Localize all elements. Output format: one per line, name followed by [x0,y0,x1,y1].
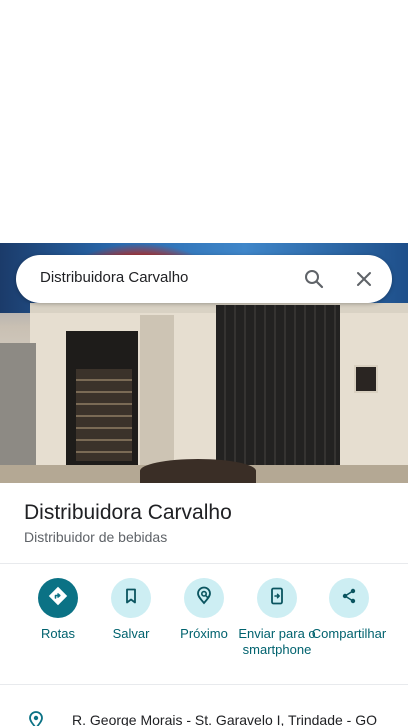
send-to-phone-label: Enviar para o smartphone [238,626,316,657]
search-query[interactable]: Distribuidora Carvalho [40,269,188,286]
nearby-icon [194,586,214,611]
bookmark-icon [121,586,141,611]
save-button[interactable]: Salvar [91,578,171,642]
share-icon [339,586,359,611]
divider [0,563,408,564]
place-title: Distribuidora Carvalho [24,501,232,524]
divider [0,684,408,685]
close-icon[interactable] [352,267,376,291]
nearby-button[interactable]: Próximo [164,578,244,642]
send-to-phone-button[interactable]: Enviar para o smartphone [237,578,317,658]
send-to-phone-icon [267,586,287,611]
save-label: Salvar [112,626,150,641]
directions-label: Rotas [41,626,75,641]
directions-button[interactable]: Rotas [18,578,98,642]
share-button[interactable]: Compartilhar [309,578,389,642]
share-label: Compartilhar [311,626,387,641]
search-bar[interactable]: Distribuidora Carvalho [16,255,392,303]
location-pin-icon [26,710,46,726]
place-category: Distribuidor de bebidas [24,529,168,545]
nearby-label: Próximo [180,626,228,641]
address-text[interactable]: R. George Morais - St. Garavelo I, Trind… [72,712,377,726]
map-area [0,0,408,243]
search-icon[interactable] [302,267,326,291]
directions-icon [48,586,68,611]
